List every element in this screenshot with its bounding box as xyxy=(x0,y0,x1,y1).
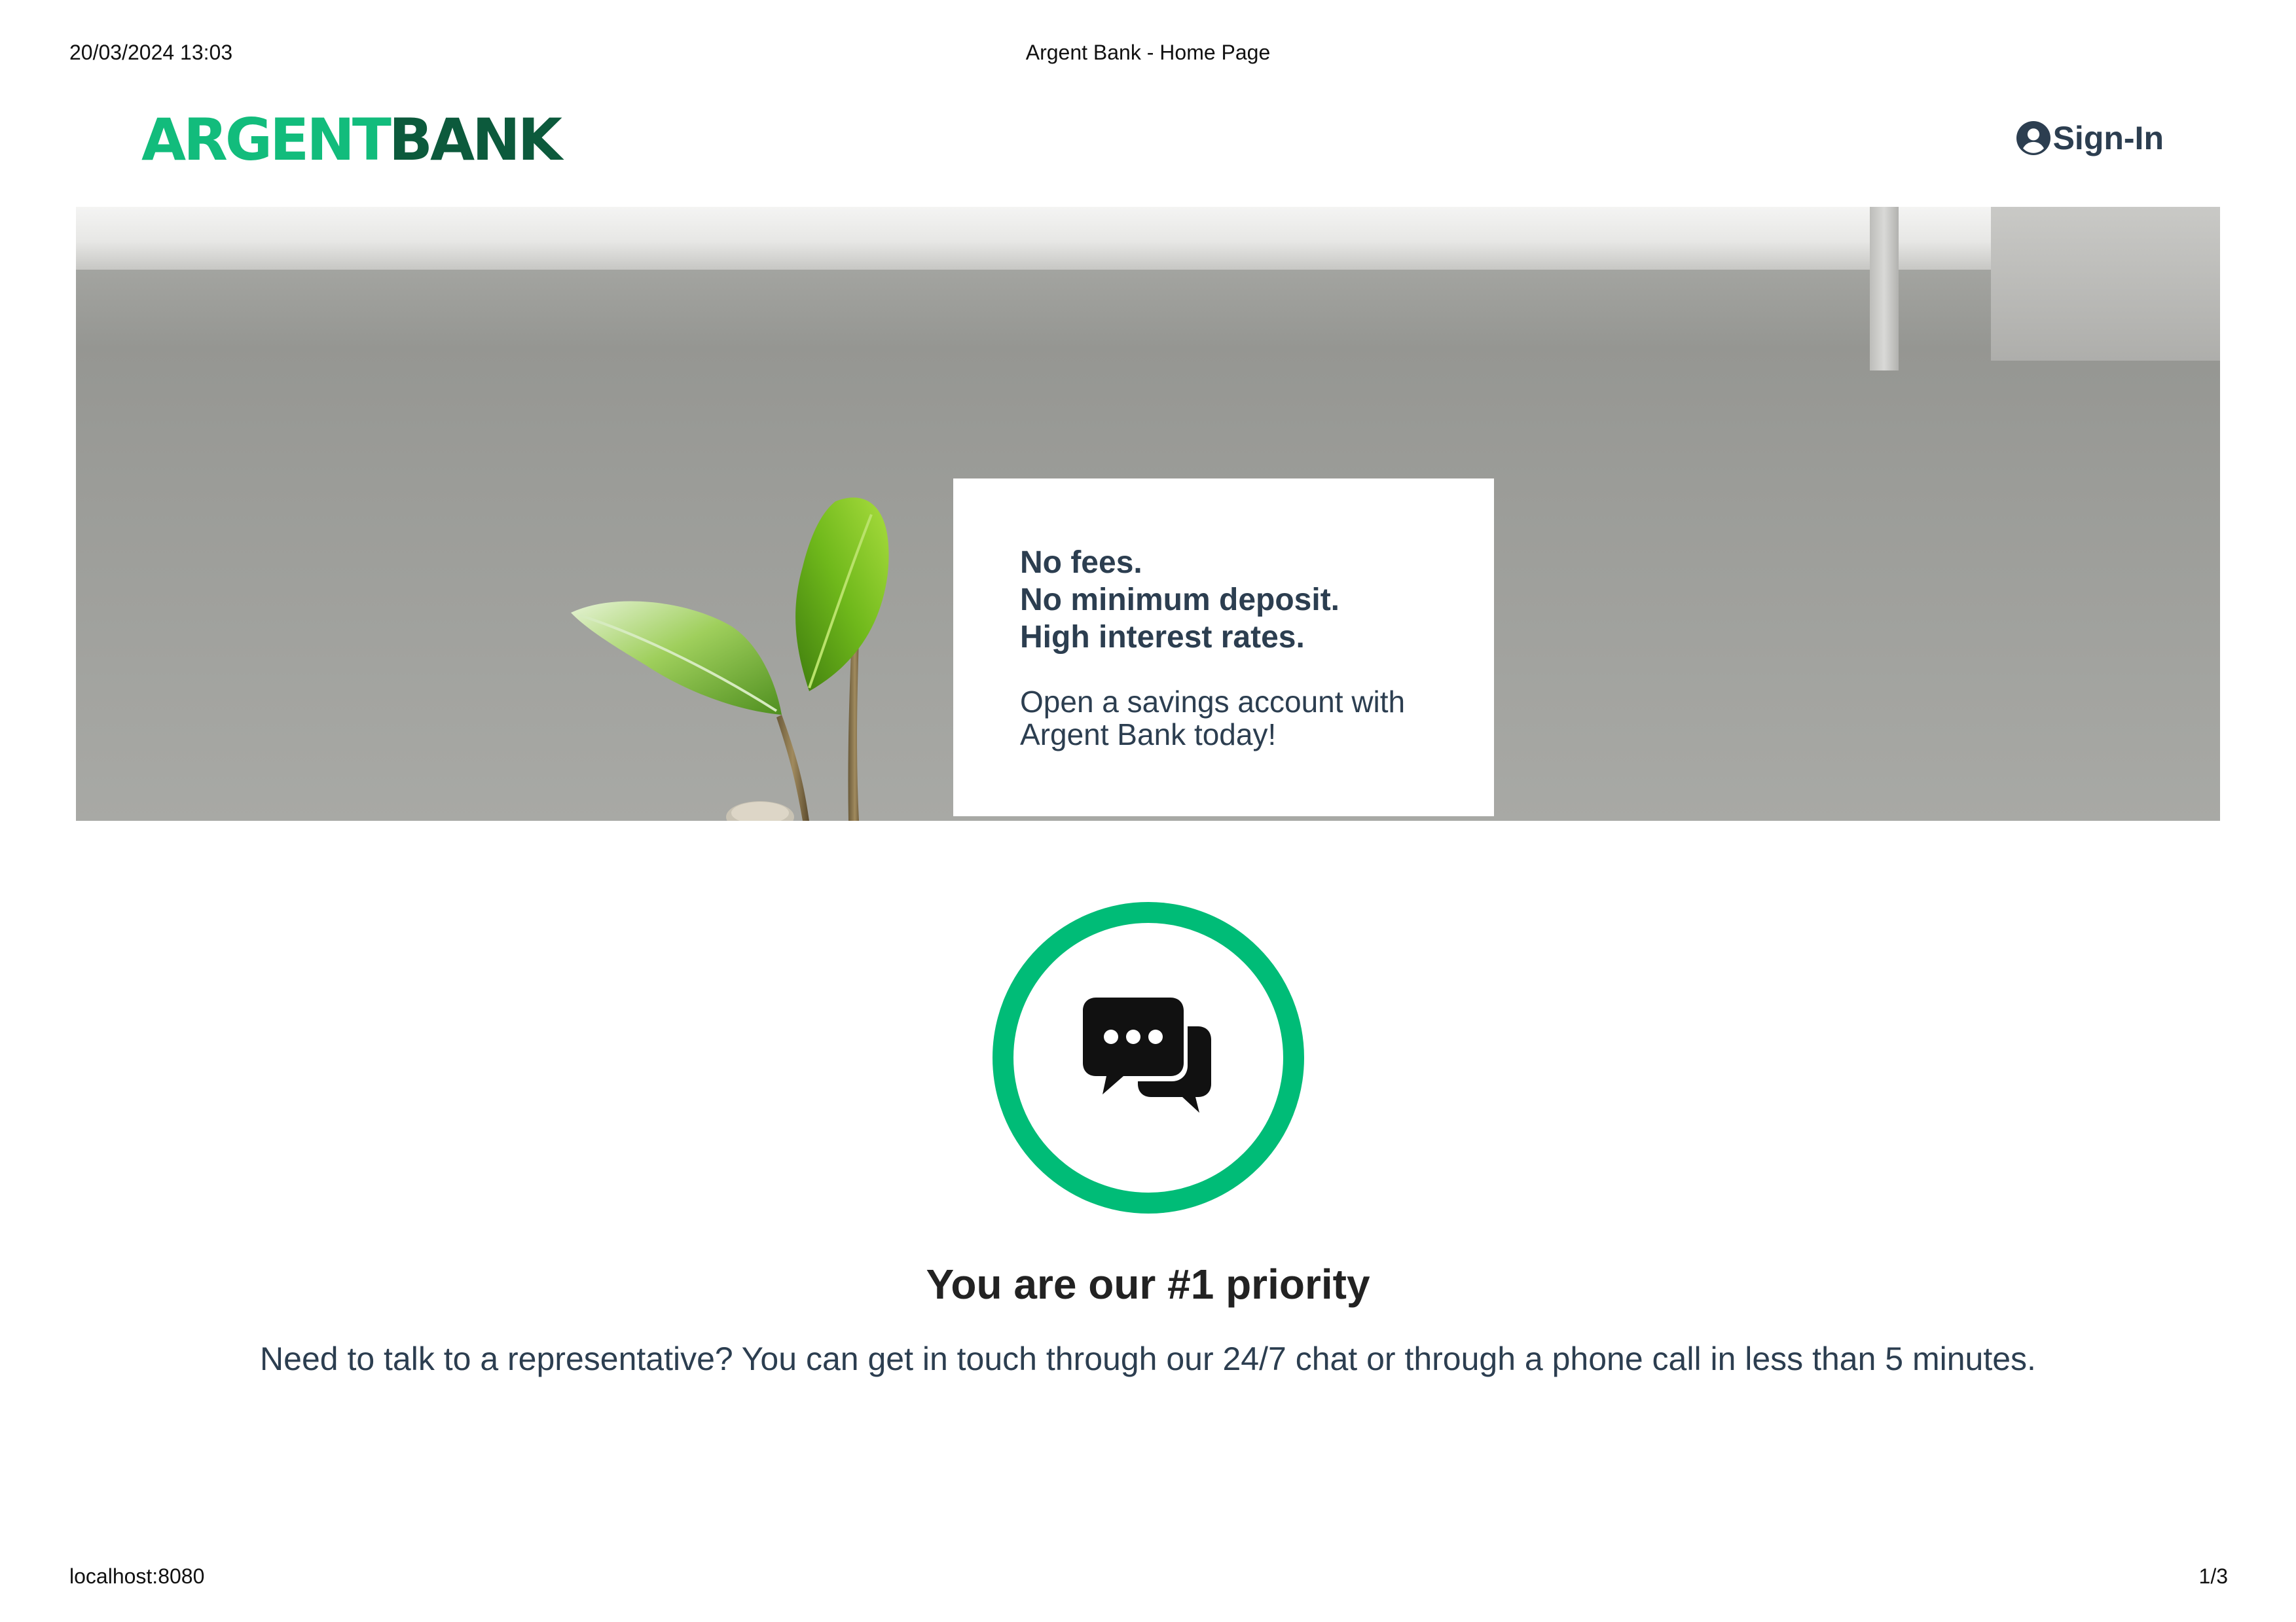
promo-headline-line: No fees. xyxy=(1020,545,1142,580)
user-circle-icon xyxy=(2016,121,2050,155)
logo-link[interactable]: ARGENTBANK xyxy=(141,111,562,169)
feature-icon-circle xyxy=(993,902,1304,1214)
promo-headline-line: High interest rates. xyxy=(1020,620,1305,655)
print-url: localhost:8080 xyxy=(69,1564,205,1588)
sign-in-label: Sign-In xyxy=(2052,120,2164,156)
promo-card: No fees. No minimum deposit. High intere… xyxy=(953,478,1494,816)
chat-bubbles-icon xyxy=(1083,998,1214,1118)
hero-banner: No fees. No minimum deposit. High intere… xyxy=(76,207,2220,821)
print-page-number: 1/3 xyxy=(2198,1564,2228,1588)
promo-text: Open a savings account with Argent Bank … xyxy=(1020,685,1406,751)
promo-headline-line: No minimum deposit. xyxy=(1020,583,1340,617)
sign-in-link[interactable]: Sign-In xyxy=(2016,119,2164,157)
print-page-title: Argent Bank - Home Page xyxy=(1025,41,1271,64)
logo-text-bank: BANK xyxy=(388,106,562,173)
feature-text: Need to talk to a representative? You ca… xyxy=(260,1341,2036,1377)
feature-title: You are our #1 priority xyxy=(926,1261,1370,1308)
promo-headline: No fees. No minimum deposit. High intere… xyxy=(1020,544,1494,656)
logo-text-argent: ARGENT xyxy=(141,106,392,173)
